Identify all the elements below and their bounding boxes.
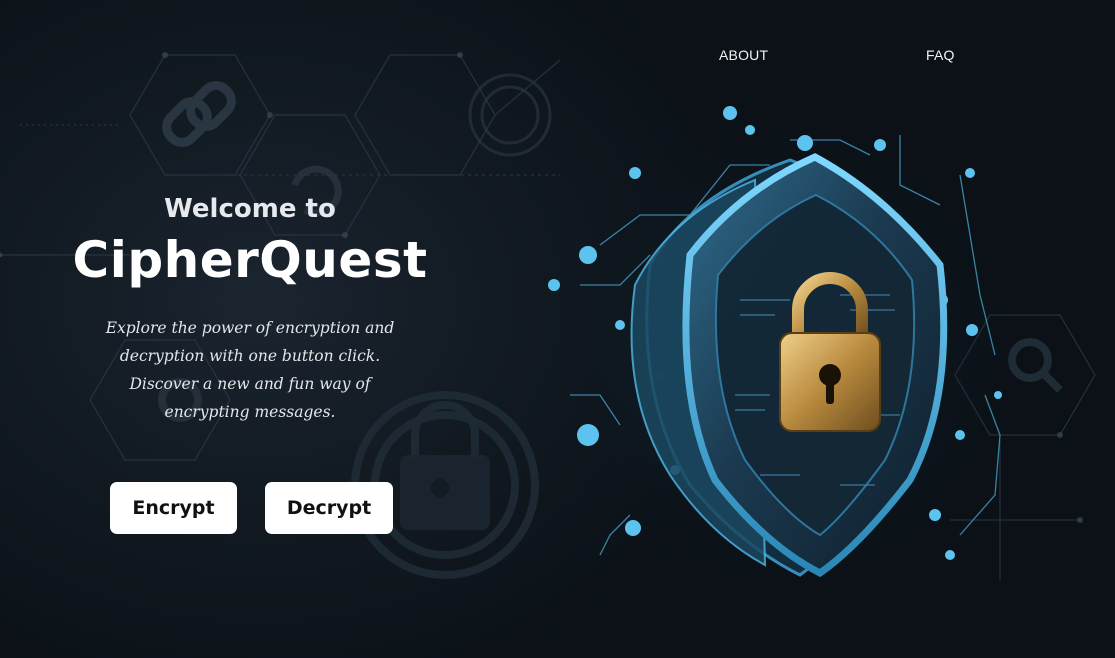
hero-tagline: Explore the power of encryption and decr… [105,319,395,421]
encrypt-button[interactable]: Encrypt [110,482,237,534]
nav-link-about[interactable]: ABOUT [719,47,768,63]
brand-title: CipherQuest [72,231,428,289]
decrypt-button[interactable]: Decrypt [265,482,393,534]
nav-link-faq[interactable]: FAQ [926,47,955,63]
welcome-heading: Welcome to [164,194,336,224]
top-nav: ABOUT FAQ [0,47,1115,67]
hero-section: Welcome to CipherQuest Explore the power… [60,190,440,426]
landing-page: ABOUT FAQ Welcome to CipherQuest Explore… [0,0,1115,658]
security-shield-padlock-illustration [548,106,1015,595]
